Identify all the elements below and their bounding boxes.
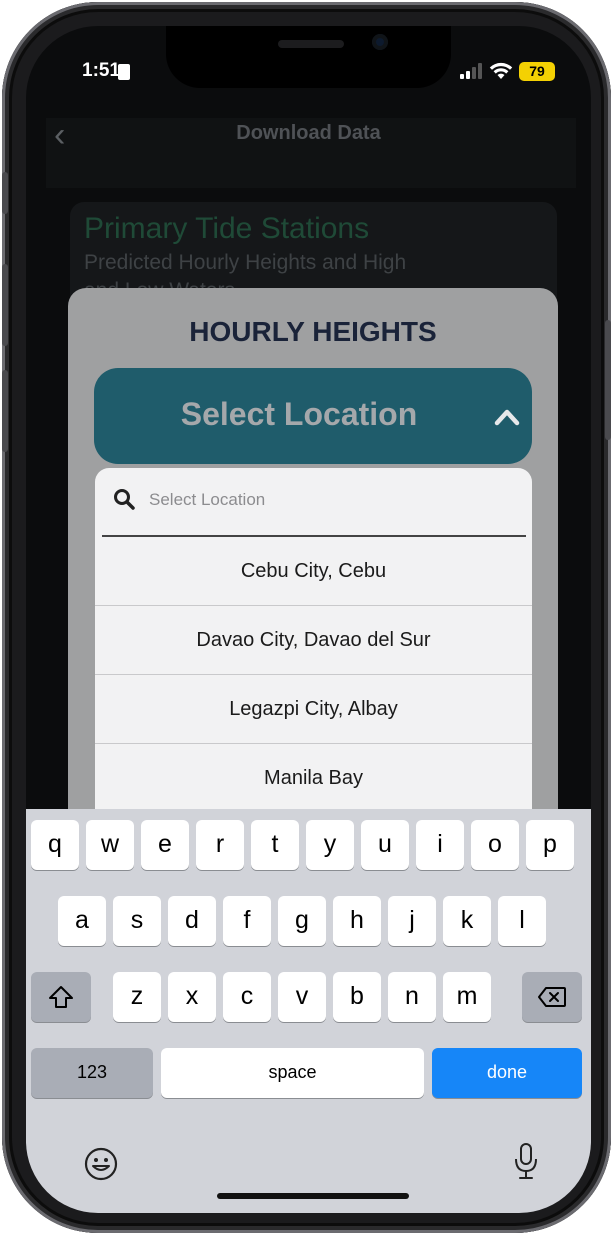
key-d[interactable]: d	[168, 896, 216, 946]
key-g[interactable]: g	[278, 896, 326, 946]
nav-title: Download Data	[236, 122, 381, 144]
screen: ‹ Download Data Primary Tide Stations Pr…	[26, 26, 591, 1213]
phone-frame: ‹ Download Data Primary Tide Stations Pr…	[2, 2, 611, 1233]
key-u[interactable]: u	[361, 820, 409, 870]
battery-indicator: 79	[519, 62, 555, 81]
microphone-icon[interactable]	[514, 1142, 538, 1182]
list-item[interactable]: Cebu City, Cebu	[95, 537, 532, 606]
wifi-icon	[489, 62, 513, 79]
key-c[interactable]: c	[223, 972, 271, 1022]
key-x[interactable]: x	[168, 972, 216, 1022]
list-item[interactable]: Legazpi City, Albay	[95, 675, 532, 744]
key-t[interactable]: t	[251, 820, 299, 870]
cellular-signal-icon	[460, 63, 482, 79]
key-r[interactable]: r	[196, 820, 244, 870]
contact-card-icon	[118, 64, 130, 80]
mute-switch	[2, 172, 8, 214]
select-location-label: Select Location	[180, 396, 418, 432]
card-title: Primary Tide Stations	[84, 212, 370, 245]
front-camera	[372, 34, 388, 50]
backspace-icon	[538, 987, 566, 1007]
done-key[interactable]: done	[432, 1048, 582, 1098]
power-button	[605, 320, 611, 440]
key-v[interactable]: v	[278, 972, 326, 1022]
key-l[interactable]: l	[498, 896, 546, 946]
location-dropdown: Cebu City, Cebu Davao City, Davao del Su…	[95, 468, 532, 868]
key-h[interactable]: h	[333, 896, 381, 946]
volume-up-button	[2, 264, 8, 346]
numbers-key[interactable]: 123	[31, 1048, 153, 1098]
status-time: 1:51	[82, 60, 121, 81]
key-n[interactable]: n	[388, 972, 436, 1022]
notch	[166, 26, 451, 88]
key-w[interactable]: w	[86, 820, 134, 870]
home-indicator	[217, 1193, 409, 1199]
search-row	[95, 468, 532, 537]
key-b[interactable]: b	[333, 972, 381, 1022]
list-item[interactable]: Davao City, Davao del Sur	[95, 606, 532, 675]
search-icon	[114, 489, 135, 510]
key-f[interactable]: f	[223, 896, 271, 946]
key-p[interactable]: p	[526, 820, 574, 870]
key-a[interactable]: a	[58, 896, 106, 946]
key-z[interactable]: z	[113, 972, 161, 1022]
key-j[interactable]: j	[388, 896, 436, 946]
keyboard: q w e r t y u i o p a s d f g h j k l z	[26, 809, 591, 1213]
backspace-key[interactable]	[522, 972, 582, 1022]
shift-key[interactable]	[31, 972, 91, 1022]
shift-icon	[49, 986, 73, 1008]
chevron-up-icon[interactable]	[494, 404, 520, 430]
search-input[interactable]	[149, 490, 509, 510]
key-k[interactable]: k	[443, 896, 491, 946]
key-m[interactable]: m	[443, 972, 491, 1022]
key-q[interactable]: q	[31, 820, 79, 870]
key-e[interactable]: e	[141, 820, 189, 870]
modal-title: HOURLY HEIGHTS	[189, 316, 437, 347]
emoji-icon[interactable]	[84, 1147, 118, 1181]
key-o[interactable]: o	[471, 820, 519, 870]
list-item[interactable]: Manila Bay	[95, 744, 532, 813]
key-i[interactable]: i	[416, 820, 464, 870]
speaker-grille	[278, 40, 344, 48]
volume-down-button	[2, 370, 8, 452]
key-y[interactable]: y	[306, 820, 354, 870]
key-s[interactable]: s	[113, 896, 161, 946]
space-key[interactable]: space	[161, 1048, 424, 1098]
